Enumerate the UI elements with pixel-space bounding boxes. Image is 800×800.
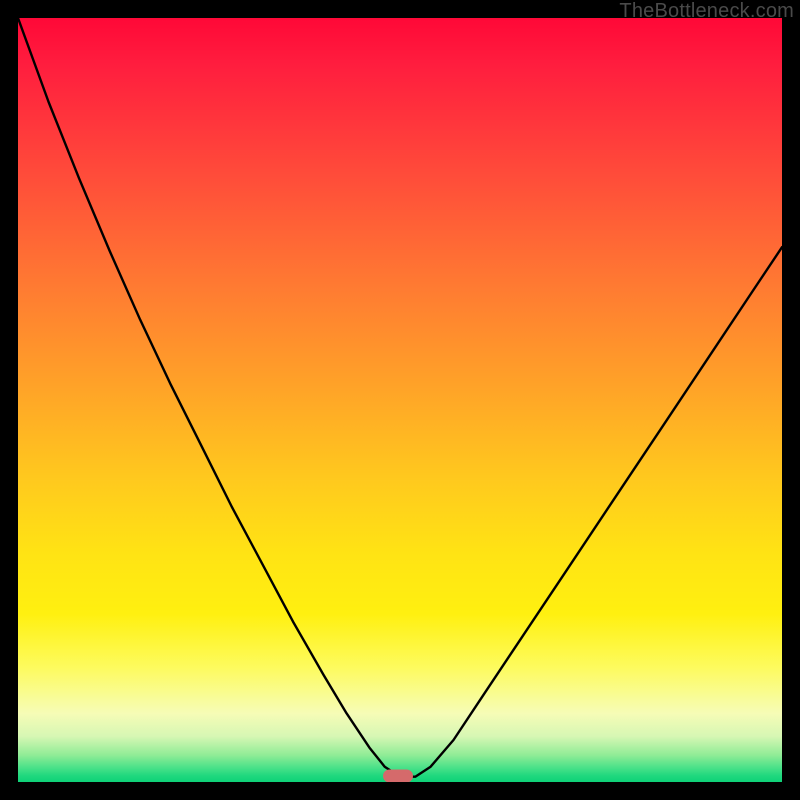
plot-area bbox=[18, 18, 782, 782]
bottleneck-curve bbox=[18, 18, 782, 782]
chart-stage: TheBottleneck.com bbox=[0, 0, 800, 800]
optimum-marker bbox=[383, 769, 413, 782]
